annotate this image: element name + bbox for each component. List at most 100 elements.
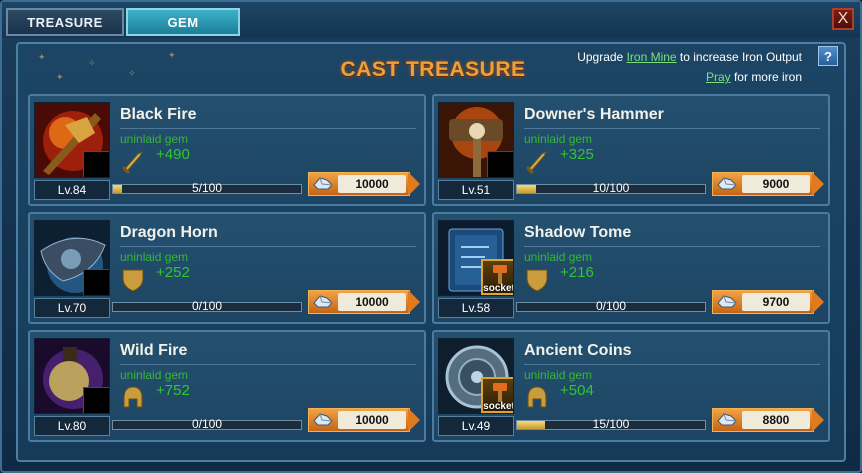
sword-icon [525, 150, 548, 174]
level-label: Lv.80 [34, 416, 110, 436]
divider [120, 128, 416, 129]
socket-label: socket [483, 283, 514, 294]
divider [524, 128, 820, 129]
help-button[interactable]: ? [818, 46, 838, 66]
progress-text: 0/100 [191, 299, 223, 313]
level-label: Lv.51 [438, 180, 514, 200]
iron-mine-link[interactable]: Iron Mine [627, 50, 677, 64]
iron-cost: 9700 [742, 293, 810, 311]
treasure-image: socket [438, 338, 514, 414]
iron-cost: 10000 [338, 293, 406, 311]
progress-text: 10/100 [592, 181, 630, 195]
cast-button[interactable]: 9700 [712, 290, 826, 314]
gem-slot-empty[interactable] [487, 151, 513, 177]
socket-badge[interactable]: socket [481, 377, 514, 413]
hammer-icon [493, 383, 507, 402]
divider [120, 364, 416, 365]
stat-bonus: +252 [156, 264, 190, 281]
socket-badge[interactable]: socket [481, 259, 514, 295]
shield-icon [122, 269, 144, 292]
treasure-card: socket Lv.58 Shadow Tome uninlaid gem +2… [432, 212, 830, 324]
cast-button[interactable]: 8800 [712, 408, 826, 432]
gem-status: uninlaid gem [120, 368, 189, 382]
stat-bonus: +752 [156, 382, 190, 399]
close-icon: X [837, 10, 849, 27]
progress-text: 0/100 [595, 299, 627, 313]
iron-ore-icon [313, 295, 333, 308]
iron-ore-icon [313, 177, 333, 190]
progress-text: 5/100 [191, 181, 223, 195]
arrow-right-icon [812, 408, 824, 432]
top-bar: TREASURE GEM X [2, 2, 860, 38]
treasure-image [34, 102, 110, 178]
treasure-name: Ancient Coins [524, 342, 632, 359]
sword-icon [121, 150, 144, 174]
treasure-name: Shadow Tome [524, 224, 632, 241]
level-label: Lv.58 [438, 298, 514, 318]
tab-treasure[interactable]: TREASURE [6, 8, 124, 36]
cast-button[interactable]: 10000 [308, 172, 422, 196]
gem-status: uninlaid gem [524, 132, 593, 146]
gem-status: uninlaid gem [524, 250, 593, 264]
level-label: Lv.84 [34, 180, 110, 200]
arrow-right-icon [408, 172, 420, 196]
progress-text: 15/100 [592, 417, 630, 431]
divider [524, 246, 820, 247]
treasure-image: socket [438, 220, 514, 296]
cast-button[interactable]: 9000 [712, 172, 826, 196]
cast-button[interactable]: 10000 [308, 290, 422, 314]
treasure-image [34, 220, 110, 296]
iron-ore-icon [717, 177, 737, 190]
arrow-right-icon [812, 290, 824, 314]
treasure-card: Lv.84 Black Fire uninlaid gem +490 5/100… [28, 94, 426, 206]
stat-bonus: +216 [560, 264, 594, 281]
progress-text: 0/100 [191, 417, 223, 431]
stat-bonus: +325 [560, 146, 594, 163]
iron-cost: 9000 [742, 175, 810, 193]
treasure-card: Lv.70 Dragon Horn uninlaid gem +252 0/10… [28, 212, 426, 324]
gem-slot-empty[interactable] [83, 269, 109, 295]
question-icon: ? [824, 48, 832, 64]
upgrade-prefix: Upgrade [577, 50, 627, 64]
pray-link[interactable]: Pray [706, 70, 731, 84]
iron-cost: 8800 [742, 411, 810, 429]
iron-ore-icon [717, 295, 737, 308]
iron-ore-icon [313, 413, 333, 426]
pray-hint: Pray for more iron [706, 70, 802, 84]
treasure-name: Black Fire [120, 106, 197, 123]
treasure-name: Wild Fire [120, 342, 188, 359]
tab-gem[interactable]: GEM [126, 8, 240, 36]
arrow-right-icon [812, 172, 824, 196]
divider [120, 246, 416, 247]
divider [524, 364, 820, 365]
gem-slot-empty[interactable] [83, 151, 109, 177]
cast-treasure-panel: ✦ ✧ ✦ ✧ ✦ CAST TREASURE Upgrade Iron Min… [16, 42, 846, 462]
iron-cost: 10000 [338, 411, 406, 429]
gem-status: uninlaid gem [524, 368, 593, 382]
treasure-image [438, 102, 514, 178]
iron-ore-icon [717, 413, 737, 426]
cast-button[interactable]: 10000 [308, 408, 422, 432]
arrow-right-icon [408, 408, 420, 432]
treasure-card: Lv.51 Downer's Hammer uninlaid gem +325 … [432, 94, 830, 206]
treasure-image [34, 338, 110, 414]
socket-label: socket [483, 401, 514, 412]
pray-suffix: for more iron [730, 70, 802, 84]
treasure-name: Dragon Horn [120, 224, 218, 241]
helmet-icon [123, 386, 143, 408]
treasure-name: Downer's Hammer [524, 106, 664, 123]
close-button[interactable]: X [832, 8, 854, 30]
helmet-icon [527, 386, 547, 408]
gem-status: uninlaid gem [120, 250, 189, 264]
arrow-right-icon [408, 290, 420, 314]
level-label: Lv.70 [34, 298, 110, 318]
cast-treasure-window: TREASURE GEM X ✦ ✧ ✦ ✧ ✦ CAST TREASURE U… [0, 0, 862, 473]
stat-bonus: +490 [156, 146, 190, 163]
level-label: Lv.49 [438, 416, 514, 436]
upgrade-hint: Upgrade Iron Mine to increase Iron Outpu… [577, 50, 802, 64]
iron-cost: 10000 [338, 175, 406, 193]
treasure-card: Lv.80 Wild Fire uninlaid gem +752 0/100 … [28, 330, 426, 442]
treasure-card: socket Lv.49 Ancient Coins uninlaid gem … [432, 330, 830, 442]
gem-slot-empty[interactable] [83, 387, 109, 413]
hammer-icon [493, 265, 507, 284]
